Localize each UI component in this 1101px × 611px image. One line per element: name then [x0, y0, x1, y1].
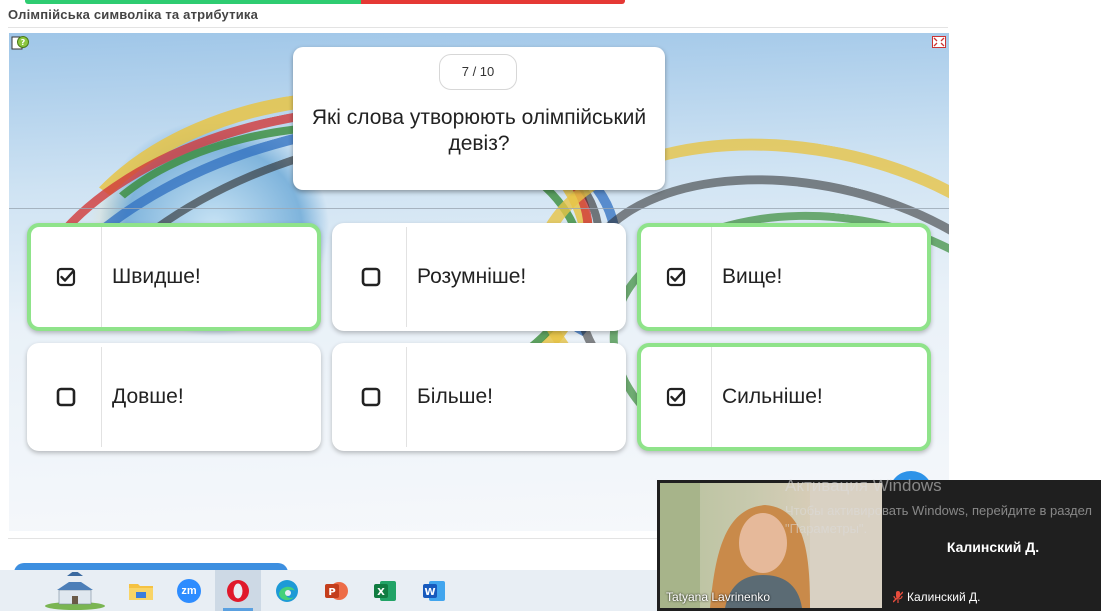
- answer-option[interactable]: Вище!: [637, 223, 931, 331]
- svg-text:X: X: [377, 587, 385, 598]
- page-title: Олімпійська символіка та атрибутика: [8, 7, 259, 22]
- activation-message: Чтобы активировать Windows, перейдите в …: [785, 503, 1092, 536]
- svg-text:P: P: [328, 587, 335, 598]
- excel-icon: X: [374, 580, 396, 601]
- svg-text:?: ?: [21, 38, 26, 47]
- taskbar-item-word[interactable]: W: [411, 570, 457, 611]
- empty-checkbox-icon: [361, 387, 381, 407]
- checked-checkbox-icon: [666, 267, 686, 287]
- participant-display-name: Калинский Д.: [946, 539, 1040, 555]
- taskbar-item-edge[interactable]: [264, 570, 310, 611]
- taskbar: zm P X W: [0, 570, 660, 611]
- taskbar-item-opera[interactable]: [215, 570, 261, 611]
- progress-remaining: [361, 0, 625, 4]
- word-icon: W: [423, 580, 445, 601]
- activation-title: Активация Windows: [785, 476, 942, 495]
- fullscreen-icon[interactable]: [932, 36, 946, 48]
- taskbar-item-powerpoint[interactable]: P: [313, 570, 359, 611]
- zoom-label: zm: [181, 584, 197, 597]
- checkbox[interactable]: [641, 347, 712, 447]
- taskbar-item-explorer[interactable]: [118, 570, 164, 611]
- opera-icon: [227, 579, 249, 602]
- taskbar-item-castle[interactable]: [40, 570, 110, 611]
- participant-label: Калинский Д.: [907, 590, 981, 604]
- powerpoint-icon: P: [325, 581, 348, 600]
- help-icon[interactable]: ?: [11, 35, 29, 51]
- checked-checkbox-icon: [56, 267, 76, 287]
- checkbox[interactable]: [641, 227, 712, 327]
- checked-checkbox-icon: [666, 387, 686, 407]
- empty-checkbox-icon: [361, 267, 381, 287]
- taskbar-item-excel[interactable]: X: [362, 570, 408, 611]
- empty-checkbox-icon: [56, 387, 76, 407]
- taskbar-item-zoom[interactable]: zm: [166, 570, 212, 611]
- answer-option[interactable]: Більше!: [332, 343, 626, 451]
- checkbox[interactable]: [31, 347, 102, 447]
- answer-label: Швидше!: [112, 265, 201, 288]
- windows-activation-watermark: Активация Windows Чтобы активировать Win…: [785, 476, 1095, 538]
- question-card: 7 / 10 Які слова утворюють олімпійський …: [293, 47, 665, 190]
- horizon-line: [9, 208, 949, 209]
- top-progress-bar: [25, 0, 625, 4]
- checkbox[interactable]: [31, 227, 102, 327]
- checkbox[interactable]: [336, 227, 407, 327]
- file-explorer-icon: [129, 583, 153, 600]
- answer-option[interactable]: Розумніше!: [332, 223, 626, 331]
- edge-icon: [276, 579, 298, 602]
- answer-label: Сильніше!: [722, 385, 823, 408]
- answer-option[interactable]: Довше!: [27, 343, 321, 451]
- answer-label: Більше!: [417, 385, 494, 408]
- answer-label: Розумніше!: [417, 265, 527, 288]
- question-text: Які слова утворюють олімпійський девіз?: [311, 106, 647, 155]
- muted-mic-icon: [893, 591, 903, 603]
- checkbox[interactable]: [336, 347, 407, 447]
- svg-text:W: W: [424, 587, 435, 598]
- answer-label: Вище!: [722, 265, 783, 288]
- answer-option[interactable]: Швидше!: [27, 223, 321, 331]
- question-counter: 7 / 10: [439, 54, 517, 90]
- answer-option[interactable]: Сильніше!: [637, 343, 931, 451]
- answer-label: Довше!: [112, 385, 184, 408]
- divider: [8, 27, 948, 28]
- castle-icon: [45, 571, 105, 610]
- progress-complete: [25, 0, 361, 4]
- participant-name: Tatyana Lavrinenko: [666, 590, 771, 604]
- participant-label-row: Калинский Д.: [893, 590, 980, 604]
